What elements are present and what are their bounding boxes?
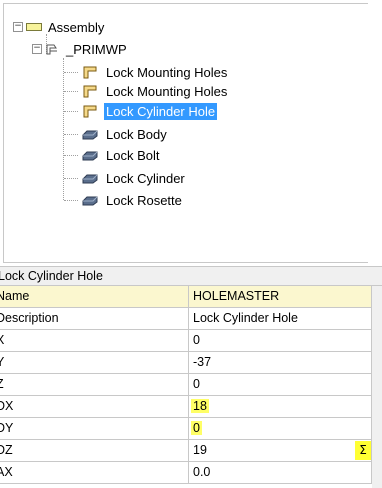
tree-connector	[64, 155, 78, 156]
property-value[interactable]: -37	[189, 352, 372, 374]
tree-node-label: Lock Cylinder Hole	[104, 102, 218, 120]
tree-node-label: Lock Cylinder	[106, 170, 185, 186]
collapse-toggle-workplane[interactable]: −	[32, 44, 42, 54]
tree-connector	[64, 134, 78, 135]
tree-node-lock-bolt[interactable]: Lock Bolt	[80, 146, 161, 164]
property-row-dz[interactable]: DZ 19 Σ	[0, 440, 382, 462]
property-name: DZ	[0, 440, 189, 462]
tree-node-label: Lock Bolt	[106, 147, 160, 163]
property-value[interactable]: 19 Σ	[189, 440, 372, 462]
part-icon	[80, 127, 100, 141]
property-value[interactable]: 0.0	[189, 462, 372, 484]
property-row-z[interactable]: Z 0	[0, 374, 382, 396]
tree-node-label: Lock Mounting Holes	[106, 83, 228, 99]
property-name: DY	[0, 418, 189, 440]
property-value-text: 19	[193, 443, 207, 457]
tree-node-lock-body[interactable]: Lock Body	[80, 125, 169, 143]
property-row-dy[interactable]: DY 0	[0, 418, 382, 440]
part-icon	[80, 148, 100, 162]
property-name: AX	[0, 462, 189, 484]
property-value[interactable]: HOLEMASTER	[189, 286, 372, 308]
tree-node-primwp[interactable]: _PRIMWP	[44, 40, 129, 58]
tree-node-lock-cylinder-hole[interactable]: Lock Cylinder Hole	[80, 102, 218, 120]
property-row-y[interactable]: Y -37	[0, 352, 382, 374]
tree-node-label: Assembly	[48, 19, 105, 35]
property-name: Description	[0, 308, 189, 330]
highlighted-value: 0	[191, 421, 202, 435]
property-row-dx[interactable]: DX 18	[0, 396, 382, 418]
property-value[interactable]: 0	[189, 330, 372, 352]
tree-node-label: Lock Body	[106, 126, 167, 142]
property-name: Z	[0, 374, 189, 396]
property-value[interactable]: Lock Cylinder Hole	[189, 308, 372, 330]
hole-feature-icon	[80, 84, 100, 98]
part-icon	[80, 193, 100, 207]
highlighted-value: 18	[191, 399, 209, 413]
property-row-ax[interactable]: AX 0.0	[0, 462, 382, 484]
hole-feature-icon	[80, 65, 100, 79]
assembly-icon	[26, 23, 42, 31]
hole-feature-icon	[80, 104, 100, 118]
tree-node-label: _PRIMWP	[66, 41, 127, 57]
property-name: Y	[0, 352, 189, 374]
tree-connector	[64, 72, 78, 73]
assembly-tree-panel: − Assembly − _PRIMWP Lock Mounting Holes…	[0, 0, 382, 266]
tree-connector	[64, 111, 78, 112]
property-value[interactable]: 18	[189, 396, 372, 418]
property-value[interactable]: 0	[189, 374, 372, 396]
property-row-x[interactable]: X 0	[0, 330, 382, 352]
workplane-icon	[44, 42, 60, 56]
property-row-description[interactable]: Description Lock Cylinder Hole	[0, 308, 382, 330]
tree-node-lock-rosette[interactable]: Lock Rosette	[80, 191, 184, 209]
property-name: X	[0, 330, 189, 352]
tree-node-assembly[interactable]: Assembly	[26, 18, 106, 36]
grid-scroll-edge	[372, 286, 382, 488]
property-row-name[interactable]: Name HOLEMASTER	[0, 286, 382, 308]
collapse-toggle-assembly[interactable]: −	[13, 22, 23, 32]
tree-connector	[64, 178, 78, 179]
property-name: Name	[0, 286, 189, 308]
property-grid-title: Lock Cylinder Hole	[0, 269, 103, 283]
tree-node-lock-mounting-holes-2[interactable]: Lock Mounting Holes	[80, 82, 229, 100]
part-icon	[80, 171, 100, 185]
tree-node-label: Lock Mounting Holes	[106, 64, 228, 80]
tree-node-lock-cylinder[interactable]: Lock Cylinder	[80, 169, 187, 187]
property-name: DX	[0, 396, 189, 418]
tree-connector	[64, 200, 78, 201]
tree-connector	[64, 91, 78, 92]
sigma-button[interactable]: Σ	[355, 441, 371, 460]
tree-node-label: Lock Rosette	[106, 192, 182, 208]
property-value[interactable]: 0	[189, 418, 372, 440]
property-grid-header: Lock Cylinder Hole	[0, 266, 382, 286]
tree-node-lock-mounting-holes[interactable]: Lock Mounting Holes	[80, 63, 229, 81]
